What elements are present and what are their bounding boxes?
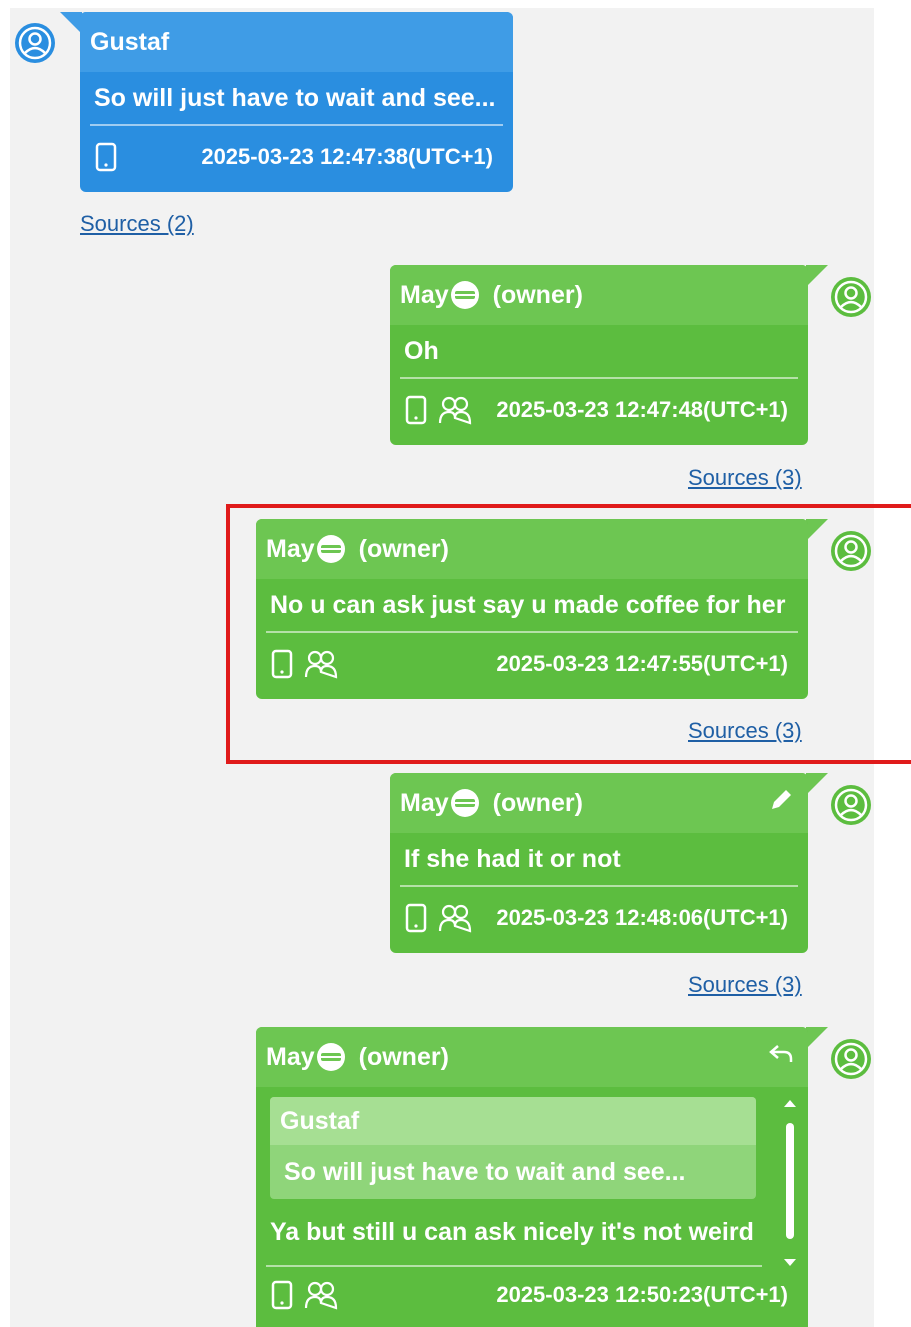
- sender-label: May: [400, 788, 449, 817]
- owner-label: (owner): [358, 1042, 449, 1071]
- message-text: No u can ask just say u made coffee for …: [270, 591, 786, 619]
- message-bubble[interactable]: May (owner) No u can ask just say u made…: [256, 519, 808, 699]
- owner-label: (owner): [492, 788, 583, 817]
- owner-label: (owner): [358, 534, 449, 563]
- sender-name: May (owner): [256, 519, 808, 579]
- sender-label: May: [400, 280, 449, 309]
- bubble-tail: [60, 12, 82, 34]
- message-text: So will just have to wait and see...: [94, 84, 496, 112]
- emoji-icon: [316, 535, 345, 563]
- sender-label: May: [266, 534, 315, 563]
- emoji-icon: [450, 281, 479, 309]
- phone-icon: [270, 1280, 294, 1310]
- sender-name: May (owner): [390, 265, 808, 325]
- bubble-tail: [806, 265, 828, 287]
- message-footer: 2025-03-23 12:47:48(UTC+1): [390, 379, 808, 441]
- timestamp: 2025-03-23 12:47:55(UTC+1): [496, 651, 788, 676]
- phone-icon: [404, 903, 428, 933]
- group-icon: [304, 648, 338, 680]
- avatar-icon[interactable]: [830, 784, 872, 826]
- edit-pencil-icon[interactable]: [768, 787, 794, 813]
- sources-link[interactable]: Sources (2): [80, 211, 194, 237]
- quoted-sender: Gustaf: [270, 1097, 756, 1145]
- timestamp: 2025-03-23 12:50:23(UTC+1): [496, 1282, 788, 1307]
- phone-icon: [94, 142, 118, 172]
- scrollbar[interactable]: [780, 1097, 800, 1277]
- message-text: If she had it or not: [404, 845, 621, 873]
- avatar-icon[interactable]: [830, 1038, 872, 1080]
- reply-arrow-icon[interactable]: [768, 1041, 794, 1067]
- message-footer: 2025-03-23 12:47:38(UTC+1): [80, 126, 513, 188]
- timestamp: 2025-03-23 12:47:48(UTC+1): [496, 397, 788, 422]
- owner-label: (owner): [492, 280, 583, 309]
- sender-name: Gustaf: [80, 12, 513, 72]
- timestamp: 2025-03-23 12:47:38(UTC+1): [201, 144, 493, 169]
- bubble-tail: [806, 1027, 828, 1049]
- message-bubble[interactable]: May (owner) Oh 2025-03-23 12:47:48(UTC+1…: [390, 265, 808, 445]
- group-icon: [438, 902, 472, 934]
- message-text: Oh: [404, 337, 439, 365]
- message-footer: 2025-03-23 12:47:55(UTC+1): [256, 633, 808, 695]
- bubble-tail: [806, 519, 828, 541]
- message-bubble[interactable]: May (owner) If she had it or not 2025-03…: [390, 773, 808, 953]
- message-footer: 2025-03-23 12:48:06(UTC+1): [390, 887, 808, 949]
- sources-link[interactable]: Sources (3): [688, 972, 802, 998]
- group-icon: [304, 1279, 338, 1311]
- avatar-icon[interactable]: [830, 530, 872, 572]
- avatar-icon[interactable]: [14, 22, 56, 64]
- quoted-text: So will just have to wait and see...: [284, 1158, 686, 1186]
- emoji-icon: [316, 1043, 345, 1071]
- phone-icon: [404, 395, 428, 425]
- phone-icon: [270, 649, 294, 679]
- sender-label: May: [266, 1042, 315, 1071]
- message-text: Ya but still u can ask nicely it's not w…: [270, 1218, 754, 1246]
- sources-link[interactable]: Sources (3): [688, 718, 802, 744]
- sender-label: Gustaf: [90, 27, 170, 56]
- quoted-message[interactable]: Gustaf So will just have to wait and see…: [270, 1097, 756, 1199]
- sources-link[interactable]: Sources (3): [688, 465, 802, 491]
- bubble-tail: [806, 773, 828, 795]
- avatar-icon[interactable]: [830, 276, 872, 318]
- sender-name: May (owner): [256, 1027, 808, 1087]
- group-icon: [438, 394, 472, 426]
- sender-name: May (owner): [390, 773, 808, 833]
- message-bubble[interactable]: Gustaf So will just have to wait and see…: [80, 12, 513, 192]
- timestamp: 2025-03-23 12:48:06(UTC+1): [496, 905, 788, 930]
- emoji-icon: [450, 789, 479, 817]
- message-footer: 2025-03-23 12:50:23(UTC+1): [256, 1267, 808, 1323]
- message-bubble[interactable]: May (owner) Gustaf So will just have to …: [256, 1027, 808, 1327]
